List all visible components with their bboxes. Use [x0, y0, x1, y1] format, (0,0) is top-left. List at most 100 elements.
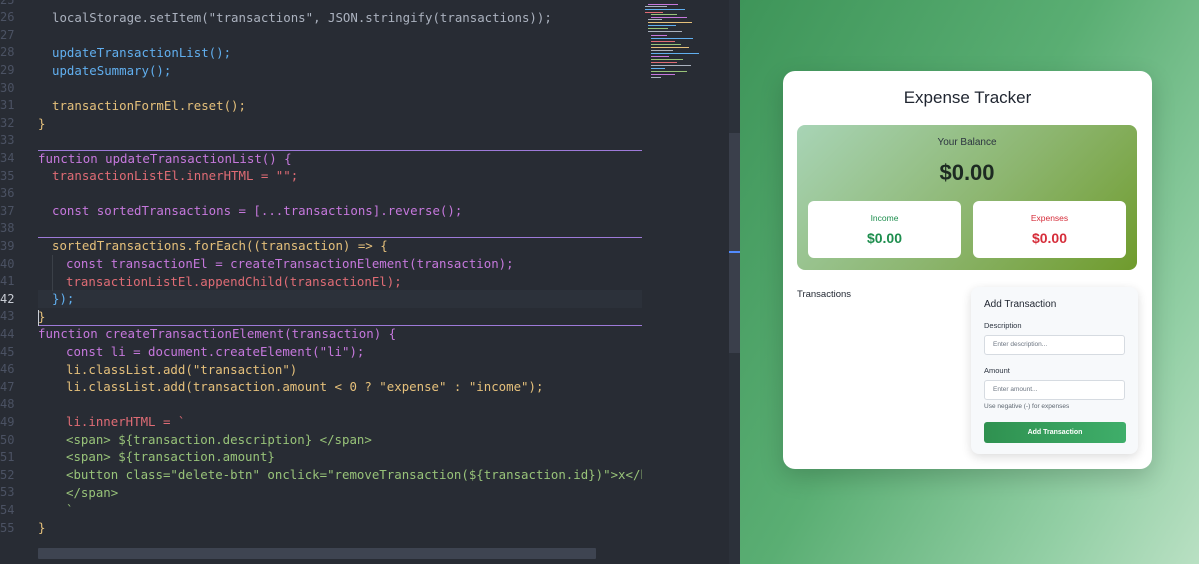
code-text: }: [38, 116, 46, 131]
minimap-line: [651, 50, 673, 51]
line-number: 50: [0, 432, 15, 447]
amount-input[interactable]: Enter amount...: [984, 380, 1125, 400]
line-number: 37: [0, 203, 15, 218]
expenses-value: $0.00: [1031, 230, 1068, 246]
minimap-line: [648, 19, 662, 20]
line-number: 51: [0, 450, 15, 465]
line-number: 35: [0, 168, 15, 183]
line-number: 52: [0, 467, 15, 482]
code-line[interactable]: <button class="delete-btn" onclick="remo…: [66, 466, 642, 484]
code-line[interactable]: function updateTransactionList() {: [38, 150, 292, 168]
code-line[interactable]: localStorage.setItem("transactions", JSO…: [52, 9, 552, 27]
minimap-line: [648, 22, 692, 23]
code-text: const transactionEl = createTransactionE…: [66, 256, 514, 271]
line-number: 49: [0, 414, 15, 429]
code-line[interactable]: <span> ${transaction.description} </span…: [66, 431, 372, 449]
code-line[interactable]: li.classList.add("transaction"): [66, 361, 297, 379]
minimap-line: [651, 68, 665, 69]
line-number: 39: [0, 238, 15, 253]
minimap-line: [651, 35, 667, 36]
description-input[interactable]: Enter description...: [984, 335, 1125, 355]
line-number: 44: [0, 326, 15, 341]
code-line[interactable]: }: [38, 308, 45, 326]
minimap-line: [651, 38, 693, 39]
code-text: }: [38, 520, 46, 535]
amount-placeholder: Enter amount...: [993, 386, 1038, 393]
horizontal-scrollbar[interactable]: [38, 548, 596, 559]
code-text: }: [38, 309, 46, 324]
expense-tracker-card: Expense Tracker Your Balance $0.00 Incom…: [783, 71, 1152, 469]
expenses-label: Expenses: [1030, 213, 1069, 223]
amount-label: Amount: [984, 366, 1010, 375]
line-number: 47: [0, 379, 15, 394]
minimap-line: [651, 71, 687, 72]
line-number: 32: [0, 115, 15, 130]
description-label: Description: [984, 321, 1022, 330]
code-area[interactable]: localStorage.setItem("transactions", JSO…: [38, 0, 642, 564]
code-editor[interactable]: 2526 27 28 29 30 31 32 33 34 35 36 37 38 39 40 41 42 43 44…: [0, 0, 740, 564]
code-line[interactable]: updateSummary();: [52, 62, 171, 80]
code-line[interactable]: }: [38, 115, 45, 133]
transactions-heading: Transactions: [797, 289, 852, 300]
code-line[interactable]: li.innerHTML = `: [66, 413, 185, 431]
code-line[interactable]: </span>: [66, 484, 118, 502]
code-line[interactable]: transactionFormEl.reset();: [52, 97, 246, 115]
line-number: 54: [0, 502, 15, 517]
code-text: localStorage.setItem("transactions", JSO…: [52, 10, 552, 25]
line-number: 30: [0, 80, 15, 95]
code-line[interactable]: updateTransactionList();: [52, 44, 231, 62]
line-number-gutter: 2526 27 28 29 30 31 32 33 34 35 36 37 38 39 40 41 42 43 44…: [0, 0, 38, 564]
line-number: 36: [0, 186, 15, 201]
code-line[interactable]: transactionListEl.innerHTML = "";: [52, 167, 298, 185]
minimap-line: [651, 74, 675, 75]
code-line[interactable]: sortedTransactions.forEach((transaction)…: [52, 237, 388, 255]
code-text: updateTransactionList();: [52, 45, 232, 60]
line-number: 43: [0, 309, 15, 324]
code-line[interactable]: });: [52, 290, 74, 308]
code-line[interactable]: `: [66, 501, 73, 519]
minimap[interactable]: [645, 0, 729, 90]
line-number: 48: [0, 397, 15, 412]
line-number: 34: [0, 150, 15, 165]
minimap-line: [648, 31, 682, 32]
code-text: <button class="delete-btn" onclick="remo…: [66, 467, 642, 482]
code-line[interactable]: <span> ${transaction.amount}: [66, 448, 275, 466]
line-number: 40: [0, 256, 15, 271]
function-separator: [38, 150, 642, 151]
add-transaction-form: Add Transaction Description Enter descri…: [971, 287, 1138, 454]
code-text: `: [66, 502, 74, 517]
minimap-line: [648, 28, 668, 29]
code-line[interactable]: li.classList.add(transaction.amount < 0 …: [66, 378, 543, 396]
minimap-line: [645, 12, 663, 13]
line-number: 46: [0, 362, 15, 377]
line-number: 55: [0, 520, 15, 535]
page-title: Expense Tracker: [903, 88, 1032, 107]
form-title: Add Transaction: [984, 299, 1057, 310]
income-value: $0.00: [866, 230, 903, 246]
minimap-line: [651, 44, 681, 45]
cursor-position-marker: [729, 251, 740, 253]
code-text: <span> ${transaction.amount}: [66, 449, 275, 464]
line-number: 33: [0, 133, 15, 148]
minimap-line: [651, 14, 677, 15]
code-line[interactable]: const li = document.createElement("li");: [66, 343, 364, 361]
indent-guide: [52, 255, 53, 291]
balance-label: Your Balance: [937, 137, 997, 148]
code-line[interactable]: transactionListEl.appendChild(transactio…: [66, 273, 402, 291]
code-line[interactable]: const sortedTransactions = [...transacti…: [52, 202, 462, 220]
code-text: const li = document.createElement("li");: [66, 344, 365, 359]
code-line[interactable]: const transactionEl = createTransactionE…: [66, 255, 514, 273]
code-line[interactable]: function createTransactionElement(transa…: [38, 325, 396, 343]
vertical-scrollbar-thumb[interactable]: [729, 133, 740, 353]
code-text: li.classList.add("transaction"): [66, 362, 298, 377]
minimap-line: [645, 6, 667, 7]
line-number: 31: [0, 98, 15, 113]
minimap-line: [651, 47, 689, 48]
line-number: 25: [0, 0, 14, 9]
code-text: transactionListEl.appendChild(transactio…: [66, 274, 402, 289]
amount-hint: Use negative (-) for expenses: [984, 403, 1070, 410]
code-text: transactionListEl.innerHTML = "";: [52, 168, 299, 183]
add-transaction-button[interactable]: Add Transaction: [984, 422, 1126, 443]
code-line[interactable]: }: [38, 519, 45, 537]
income-card: Income $0.00: [808, 201, 961, 258]
